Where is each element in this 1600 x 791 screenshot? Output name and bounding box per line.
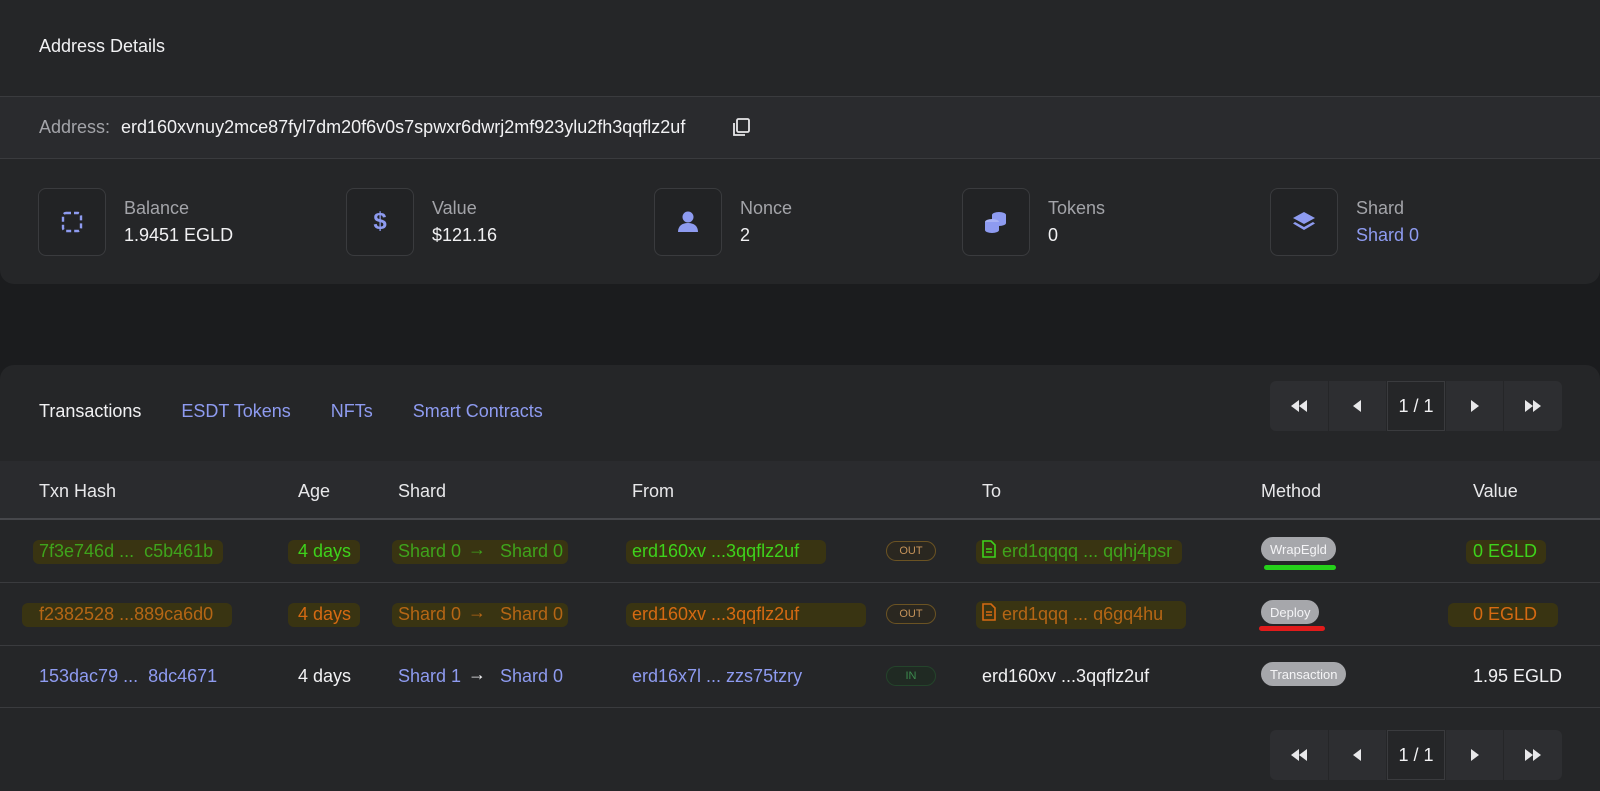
from-address[interactable]: erd16x7l ... zzs75tzry — [632, 666, 802, 687]
tab-transactions[interactable]: Transactions — [39, 401, 141, 422]
contract-icon — [982, 540, 996, 563]
col-header-method: Method — [1261, 481, 1322, 501]
method-badge: Deploy — [1261, 600, 1320, 624]
copy-icon[interactable] — [730, 117, 752, 139]
shard-from[interactable]: Shard 0 — [398, 541, 461, 562]
txn-value: 1.95 EGLD — [1473, 666, 1563, 686]
txn-hash-link[interactable]: f2382528 ...889ca6d0 — [39, 604, 213, 625]
col-header-shard: Shard — [398, 481, 447, 501]
arrow-right-icon: → — [468, 602, 486, 622]
txn-hash-prefix: f2382528 ... — [39, 604, 135, 624]
direction-badge: IN — [886, 666, 936, 686]
stat-balance: Balance 1.9451 EGLD — [38, 188, 338, 256]
address-row: Address: erd160xvnuy2mce87fyl7dm20f6v0s7… — [0, 97, 1600, 158]
contract-icon — [982, 603, 996, 626]
to-address: erd160xv ...3qqflz2uf — [982, 666, 1150, 686]
last-page-button[interactable] — [1504, 381, 1562, 431]
page-indicator: 1 / 1 — [1387, 381, 1445, 431]
txn-hash-prefix: 153dac79 ... — [39, 666, 139, 686]
table-header — [0, 461, 1600, 518]
stat-value-usd: $ Value $121.16 — [346, 188, 646, 256]
txn-value: 0 EGLD — [1473, 541, 1538, 561]
card-title: Address Details — [39, 36, 166, 56]
stat-label: Tokens — [1048, 198, 1106, 218]
txn-hash-link[interactable]: 153dac79 ... 8dc4671 — [39, 666, 217, 687]
next-page-button[interactable] — [1445, 381, 1504, 431]
pagination-top: 1 / 1 — [1270, 381, 1562, 431]
to-address[interactable]: erd1qqqq ... qqhj4psr — [1002, 541, 1172, 562]
stat-label: Value — [432, 198, 477, 218]
prev-page-button[interactable] — [1328, 730, 1387, 780]
stat-tokens: Tokens 0 — [962, 188, 1262, 256]
shard-to[interactable]: Shard 0 — [500, 666, 563, 687]
dollar-icon: $ — [346, 188, 414, 256]
table-row[interactable]: 153dac79 ... 8dc4671 4 days Shard 1 → Sh… — [0, 645, 1600, 707]
stat-label: Nonce — [740, 198, 793, 218]
first-page-button[interactable] — [1270, 381, 1328, 431]
arrow-right-icon: → — [468, 664, 486, 684]
col-header-txn-hash: Txn Hash — [39, 481, 117, 501]
txn-age: 4 days — [298, 604, 352, 624]
next-page-button[interactable] — [1445, 730, 1504, 780]
stat-value: 1.9451 EGLD — [124, 225, 234, 245]
layers-icon — [1270, 188, 1338, 256]
shard-to[interactable]: Shard 0 — [500, 604, 563, 625]
address-value[interactable]: erd160xvnuy2mce87fyl7dm20f6v0s7spwxr6dwr… — [121, 117, 685, 138]
stat-value: 2 — [740, 225, 751, 245]
shard-from[interactable]: Shard 1 — [398, 666, 461, 687]
txn-age: 4 days — [298, 541, 352, 561]
stat-label: Balance — [124, 198, 190, 218]
to-address[interactable]: erd1qqq ... q6gq4hu — [1002, 604, 1163, 625]
direction-badge: OUT — [886, 604, 936, 624]
stat-label: Shard — [1356, 198, 1405, 218]
transactions-card: Transactions ESDT Tokens NFTs Smart Cont… — [0, 365, 1600, 791]
tab-nfts[interactable]: NFTs — [331, 401, 373, 422]
col-header-value: Value — [1473, 481, 1518, 501]
txn-hash-suffix: 889ca6d0 — [134, 604, 214, 624]
stat-value: 0 — [1048, 225, 1059, 245]
pagination-bottom: 1 / 1 — [1270, 730, 1562, 780]
shard-from[interactable]: Shard 0 — [398, 604, 461, 625]
txn-hash-suffix: c5b461b — [144, 541, 214, 561]
underline-mark — [1264, 565, 1336, 570]
divider — [0, 707, 1600, 708]
stat-shard: Shard Shard 0 — [1270, 188, 1570, 256]
txn-hash-link[interactable]: 7f3e746d ... c5b461b — [39, 541, 213, 562]
table-row[interactable]: 7f3e746d ... c5b461b 4 days Shard 0 → Sh… — [0, 520, 1600, 582]
shard-to[interactable]: Shard 0 — [500, 541, 563, 562]
tab-smart-contracts[interactable]: Smart Contracts — [413, 401, 543, 422]
divider — [0, 158, 1600, 159]
col-header-age: Age — [298, 481, 331, 501]
wallet-icon — [38, 188, 106, 256]
stat-nonce: Nonce 2 — [654, 188, 954, 256]
from-address[interactable]: erd160xv ...3qqflz2uf — [632, 604, 799, 625]
coins-icon — [962, 188, 1030, 256]
stat-value: $121.16 — [432, 225, 498, 245]
table-row[interactable]: f2382528 ...889ca6d0 4 days Shard 0 → Sh… — [0, 583, 1600, 645]
from-address[interactable]: erd160xv ...3qqflz2uf — [632, 541, 799, 562]
txn-age: 4 days — [298, 666, 352, 686]
first-page-button[interactable] — [1270, 730, 1328, 780]
col-header-from: From — [632, 481, 674, 501]
tab-bar: Transactions ESDT Tokens NFTs Smart Cont… — [39, 401, 583, 422]
address-details-card: Address Details Address: erd160xvnuy2mce… — [0, 0, 1600, 284]
last-page-button[interactable] — [1504, 730, 1562, 780]
shard-link[interactable]: Shard 0 — [1356, 225, 1419, 246]
direction-badge: OUT — [886, 541, 936, 561]
txn-value: 0 EGLD — [1473, 604, 1538, 624]
page-indicator: 1 / 1 — [1387, 730, 1445, 780]
user-icon — [654, 188, 722, 256]
underline-mark — [1259, 626, 1325, 631]
method-badge: WrapEgld — [1261, 537, 1336, 561]
method-badge: Transaction — [1261, 662, 1347, 686]
tab-esdt-tokens[interactable]: ESDT Tokens — [181, 401, 290, 422]
col-header-to: To — [982, 481, 1002, 501]
txn-hash-suffix: 8dc4671 — [148, 666, 218, 686]
arrow-right-icon: → — [468, 539, 486, 559]
prev-page-button[interactable] — [1328, 381, 1387, 431]
txn-hash-prefix: 7f3e746d ... — [39, 541, 135, 561]
address-label: Address: — [39, 117, 111, 137]
